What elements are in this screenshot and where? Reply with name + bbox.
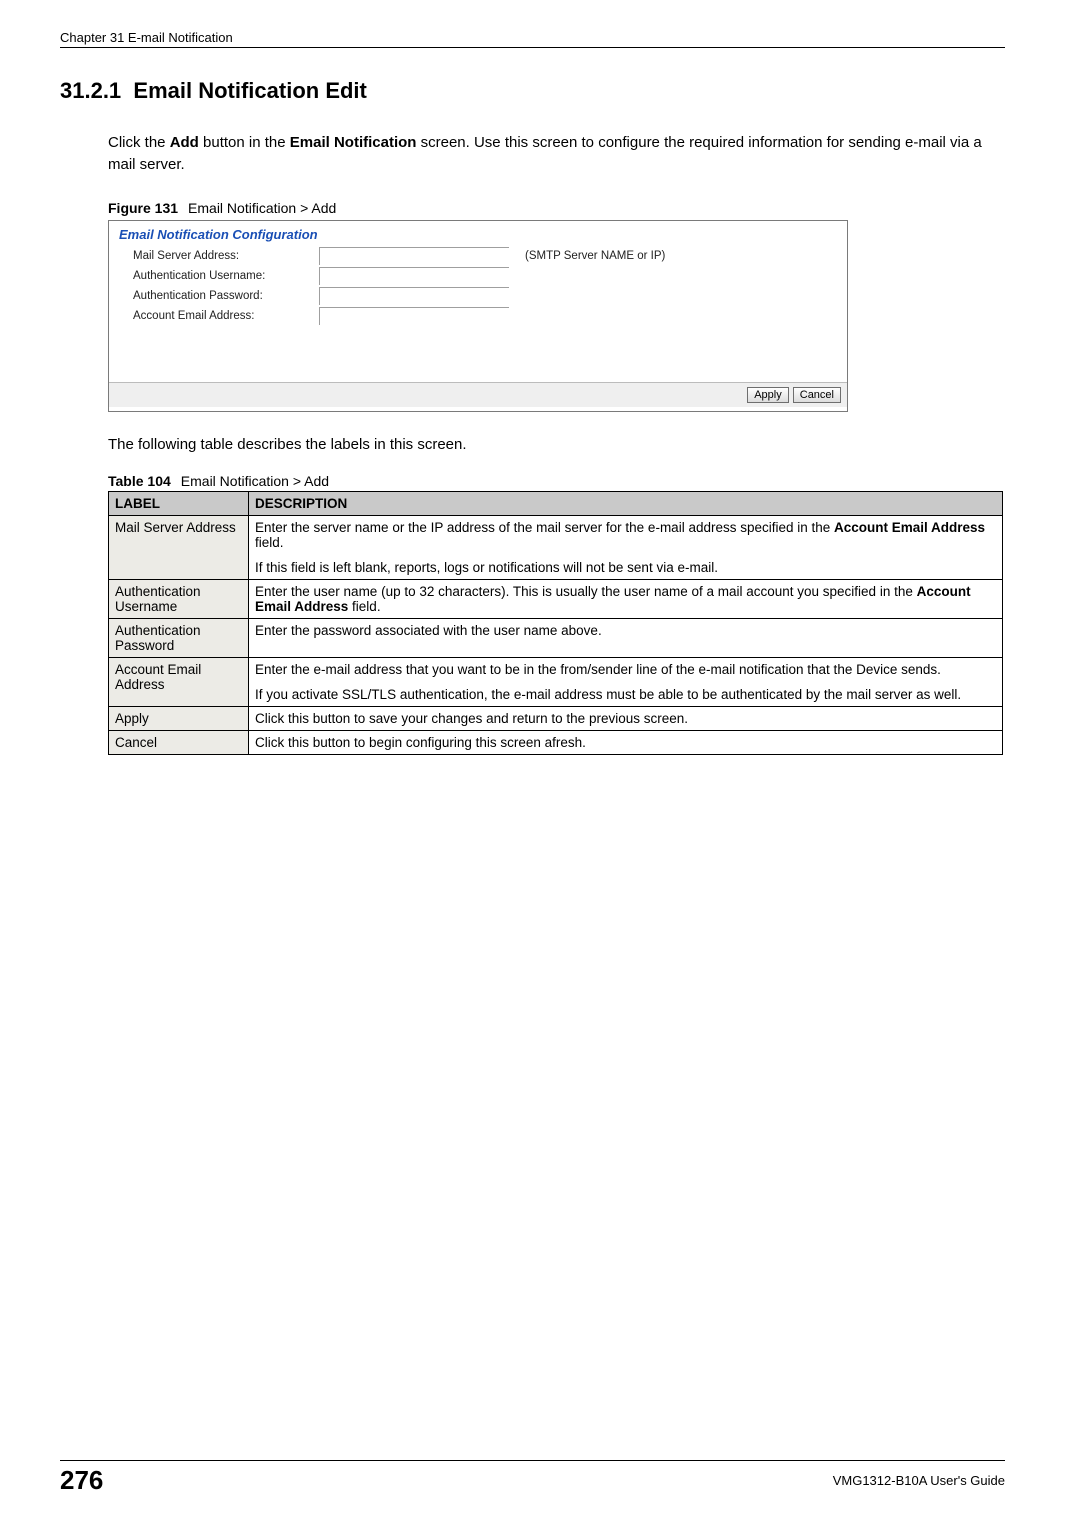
page-number: 276 <box>60 1465 103 1496</box>
row-auth-user: Authentication Username: <box>109 266 847 286</box>
screenshot-button-bar: Apply Cancel <box>109 382 847 407</box>
cell-desc: Enter the user name (up to 32 characters… <box>249 579 1003 618</box>
header-rule <box>60 47 1005 48</box>
table-row: Cancel Click this button to begin config… <box>109 730 1003 754</box>
label-auth-pass: Authentication Password: <box>119 290 319 302</box>
footer-rule <box>60 1460 1005 1461</box>
label-mail-server: Mail Server Address: <box>119 250 319 262</box>
input-auth-pass[interactable] <box>319 287 509 305</box>
cell-label: Authentication Username <box>109 579 249 618</box>
table-caption: Table 104Email Notification > Add <box>108 473 1005 489</box>
cell-label: Account Email Address <box>109 657 249 706</box>
input-mail-server[interactable] <box>319 247 509 265</box>
figure-caption: Figure 131Email Notification > Add <box>108 200 1005 216</box>
th-description: DESCRIPTION <box>249 491 1003 515</box>
table-row: Mail Server Address Enter the server nam… <box>109 515 1003 579</box>
label-auth-user: Authentication Username: <box>119 270 319 282</box>
section-number: 31.2.1 <box>60 78 121 103</box>
cell-desc: Click this button to begin configuring t… <box>249 730 1003 754</box>
input-acct-email[interactable] <box>319 307 509 325</box>
th-label: LABEL <box>109 491 249 515</box>
intro-paragraph: Click the Add button in the Email Notifi… <box>108 132 1005 176</box>
hint-mail-server: (SMTP Server NAME or IP) <box>525 250 665 262</box>
guide-title: VMG1312-B10A User's Guide <box>833 1473 1005 1488</box>
label-acct-email: Account Email Address: <box>119 310 319 322</box>
table-row: Authentication Username Enter the user n… <box>109 579 1003 618</box>
after-figure-text: The following table describes the labels… <box>108 436 1005 453</box>
apply-button[interactable]: Apply <box>747 387 789 403</box>
page-footer: 276 VMG1312-B10A User's Guide <box>0 1460 1065 1496</box>
cell-desc: Enter the password associated with the u… <box>249 618 1003 657</box>
screenshot-title: Email Notification Configuration <box>109 227 847 246</box>
cell-desc: Enter the e-mail address that you want t… <box>249 657 1003 706</box>
cell-desc: Enter the server name or the IP address … <box>249 515 1003 579</box>
screenshot-panel: Email Notification Configuration Mail Se… <box>108 220 848 412</box>
table-row: Account Email Address Enter the e-mail a… <box>109 657 1003 706</box>
section-title: Email Notification Edit <box>133 78 366 103</box>
cell-label: Mail Server Address <box>109 515 249 579</box>
row-mail-server: Mail Server Address: (SMTP Server NAME o… <box>109 246 847 266</box>
description-table: LABEL DESCRIPTION Mail Server Address En… <box>108 491 1003 755</box>
row-acct-email: Account Email Address: <box>109 306 847 326</box>
chapter-label: Chapter 31 E-mail Notification <box>60 30 233 45</box>
cell-label: Cancel <box>109 730 249 754</box>
row-auth-pass: Authentication Password: <box>109 286 847 306</box>
section-heading: 31.2.1 Email Notification Edit <box>60 78 1005 104</box>
cell-label: Authentication Password <box>109 618 249 657</box>
cell-label: Apply <box>109 706 249 730</box>
table-row: Authentication Password Enter the passwo… <box>109 618 1003 657</box>
cell-desc: Click this button to save your changes a… <box>249 706 1003 730</box>
input-auth-user[interactable] <box>319 267 509 285</box>
table-row: Apply Click this button to save your cha… <box>109 706 1003 730</box>
cancel-button[interactable]: Cancel <box>793 387 841 403</box>
